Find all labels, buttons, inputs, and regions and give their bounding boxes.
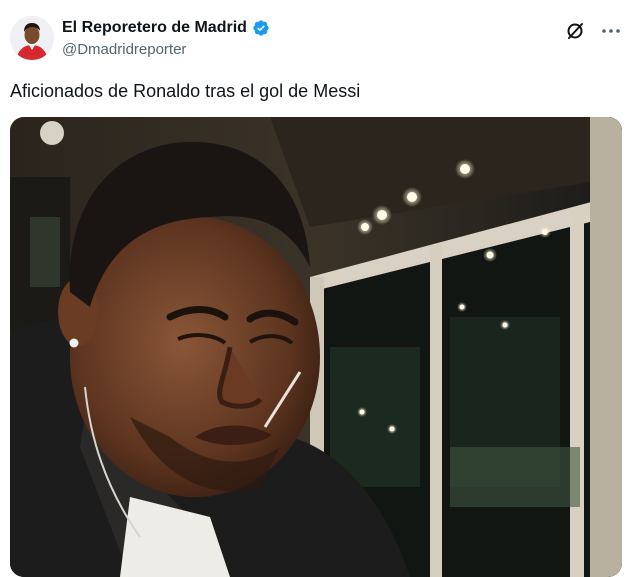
tweet-media-photo[interactable]: [10, 117, 622, 577]
tweet: El Reporetero de Madrid @Dmadridreporter: [0, 0, 632, 577]
tweet-actions: [564, 20, 622, 42]
display-name-row: El Reporetero de Madrid: [62, 18, 270, 38]
author-handle[interactable]: @Dmadridreporter: [62, 40, 270, 60]
tweet-text: Aficionados de Ronaldo tras el gol de Me…: [10, 81, 361, 101]
tweet-header: El Reporetero de Madrid @Dmadridreporter: [10, 14, 622, 66]
avatar-icon: [10, 16, 54, 60]
verified-badge-icon: [252, 19, 270, 37]
more-options-icon[interactable]: [600, 20, 622, 42]
author-avatar[interactable]: [10, 16, 54, 60]
author-display-name[interactable]: El Reporetero de Madrid: [62, 18, 247, 38]
author-names: El Reporetero de Madrid @Dmadridreporter: [62, 18, 270, 60]
photo-illustration: [10, 117, 622, 577]
slash-circle-icon[interactable]: [564, 20, 586, 42]
